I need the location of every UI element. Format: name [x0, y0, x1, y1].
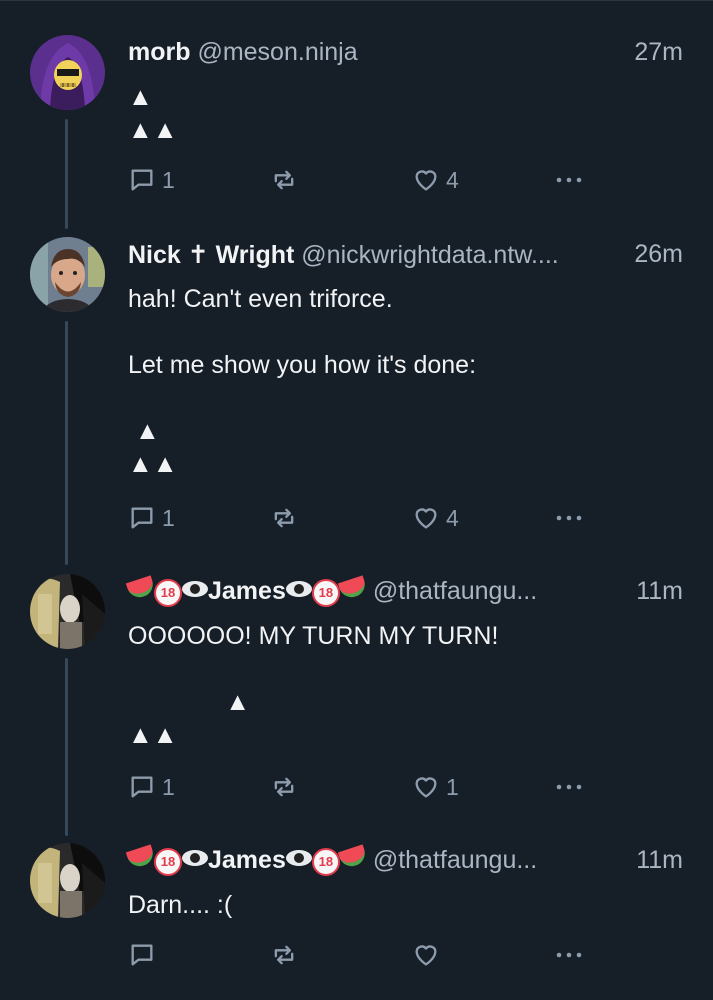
- repost-arrows-icon: [274, 777, 294, 797]
- post-text: ▲ ▲▲: [128, 83, 178, 144]
- timestamp[interactable]: 27m: [628, 38, 683, 67]
- repost-arrows-icon: [274, 508, 294, 528]
- display-name[interactable]: morb: [128, 38, 191, 66]
- handle[interactable]: @nickwrightdata.ntw....: [301, 241, 558, 269]
- timestamp[interactable]: 11m: [630, 846, 683, 875]
- handle[interactable]: @thatfaungu...: [373, 577, 537, 605]
- timestamp[interactable]: 11m: [630, 577, 683, 606]
- post-actions: 1 4: [128, 501, 588, 535]
- avatar[interactable]: [30, 35, 105, 110]
- display-name[interactable]: 18 James 18: [125, 844, 373, 876]
- heart-outline-icon: [415, 170, 437, 191]
- avatar[interactable]: [30, 574, 105, 649]
- display-name[interactable]: Nick ✝ Wright: [128, 241, 294, 269]
- display-name[interactable]: 18 James 18: [125, 575, 373, 607]
- post-actions: 1 1: [128, 770, 588, 804]
- post-header: morb @meson.ninja 27m: [128, 38, 683, 72]
- no-under-18-icon: 18: [154, 848, 182, 876]
- post-header: 18 James 18 @thatfaungu... 11m: [125, 844, 683, 880]
- like-count: 4: [446, 166, 459, 193]
- thread-line: [65, 658, 68, 836]
- like-button[interactable]: 4: [412, 163, 459, 197]
- timestamp[interactable]: 26m: [628, 240, 683, 269]
- speech-bubble-icon: [131, 944, 153, 966]
- repost-arrows-icon: [274, 170, 294, 190]
- ellipsis-icon: [556, 784, 582, 790]
- watermelon-icon: [337, 844, 369, 870]
- repost-button[interactable]: [270, 501, 298, 535]
- like-button[interactable]: [412, 938, 446, 972]
- post-header: Nick ✝ Wright @nickwrightdata.ntw.... 26…: [128, 240, 683, 274]
- post-header: 18 James 18 @thatfaungu... 11m: [125, 575, 683, 611]
- avatar[interactable]: [30, 237, 105, 312]
- more-options-button[interactable]: [552, 501, 586, 535]
- like-button[interactable]: 1: [412, 770, 459, 804]
- repost-button[interactable]: [270, 938, 298, 972]
- watermelon-icon: [337, 575, 369, 601]
- no-under-18-icon: 18: [311, 848, 340, 876]
- heart-outline-icon: [415, 945, 437, 966]
- eye-icon: [182, 850, 208, 866]
- heart-outline-icon: [415, 777, 437, 798]
- eye-icon: [285, 850, 312, 866]
- ellipsis-icon: [556, 952, 582, 958]
- thread-line: [65, 321, 68, 565]
- speech-bubble-icon: [131, 507, 153, 529]
- watermelon-icon: [125, 844, 157, 870]
- heart-outline-icon: [415, 508, 437, 529]
- like-count: 4: [446, 504, 459, 531]
- ellipsis-icon: [556, 515, 582, 521]
- watermelon-icon: [125, 575, 157, 601]
- reply-count: 1: [162, 166, 175, 193]
- post-actions: 1 4: [128, 163, 588, 197]
- repost-button[interactable]: [270, 770, 298, 804]
- reply-count: 1: [162, 504, 175, 531]
- eye-icon: [285, 581, 312, 597]
- like-button[interactable]: 4: [412, 501, 459, 535]
- more-options-button[interactable]: [552, 163, 586, 197]
- like-count: 1: [446, 773, 459, 800]
- reply-button[interactable]: 1: [128, 501, 175, 535]
- thread-line: [65, 119, 68, 229]
- no-under-18-icon: 18: [154, 579, 182, 607]
- more-options-button[interactable]: [552, 938, 586, 972]
- top-divider: [0, 0, 713, 1]
- reply-button[interactable]: 1: [128, 770, 175, 804]
- speech-bubble-icon: [131, 776, 153, 798]
- more-options-button[interactable]: [552, 770, 586, 804]
- eye-icon: [182, 581, 208, 597]
- ellipsis-icon: [556, 177, 582, 183]
- repost-button[interactable]: [270, 163, 298, 197]
- avatar[interactable]: [30, 843, 105, 918]
- reply-button[interactable]: [128, 938, 162, 972]
- post-text: Darn.... :(: [128, 891, 233, 919]
- handle[interactable]: @meson.ninja: [197, 38, 357, 66]
- handle[interactable]: @thatfaungu...: [373, 846, 537, 874]
- speech-bubble-icon: [131, 169, 153, 191]
- no-under-18-icon: 18: [311, 579, 340, 607]
- repost-arrows-icon: [274, 945, 294, 965]
- post-actions: [128, 938, 588, 972]
- reply-button[interactable]: 1: [128, 163, 175, 197]
- post-text: hah! Can't even triforce. Let me show yo…: [128, 285, 477, 478]
- reply-count: 1: [162, 773, 175, 800]
- post-text: OOOOOO! MY TURN MY TURN! ▲ ▲▲: [128, 622, 499, 749]
